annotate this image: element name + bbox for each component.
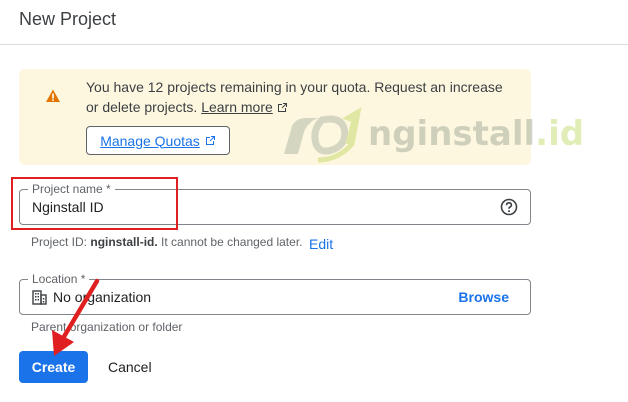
edit-project-id-link[interactable]: Edit [309,236,333,252]
watermark-suffix: .id [535,114,585,154]
watermark-logo [284,106,362,163]
highlight-box [11,177,178,230]
location-field[interactable]: Location * No organization Browse [19,272,531,315]
project-id-value: nginstall-id. [90,235,158,249]
header-divider [0,44,628,45]
help-circle-icon[interactable] [500,198,518,216]
create-button[interactable]: Create [19,351,88,383]
learn-more-link[interactable]: Learn more [201,99,273,115]
external-link-icon [205,135,215,145]
manage-quotas-label: Manage Quotas [100,132,200,149]
project-id-hint: Project ID: nginstall-id. It cannot be c… [31,235,303,249]
project-id-suffix: It cannot be changed later. [161,235,303,249]
location-label: Location * [28,272,90,286]
watermark-name: nginstall [368,114,536,154]
location-value: No organization [53,289,152,305]
warning-icon [46,89,60,102]
manage-quotas-button[interactable]: Manage Quotas [86,126,230,155]
watermark-text: nginstall.id [368,114,584,154]
watermark: nginstall.id [278,103,584,165]
location-hint: Parent organization or folder [31,320,183,334]
page-title: New Project [19,9,117,29]
browse-button[interactable]: Browse [458,289,509,305]
organization-icon [32,290,47,305]
cancel-button[interactable]: Cancel [108,359,152,375]
project-id-prefix: Project ID: [31,235,88,249]
